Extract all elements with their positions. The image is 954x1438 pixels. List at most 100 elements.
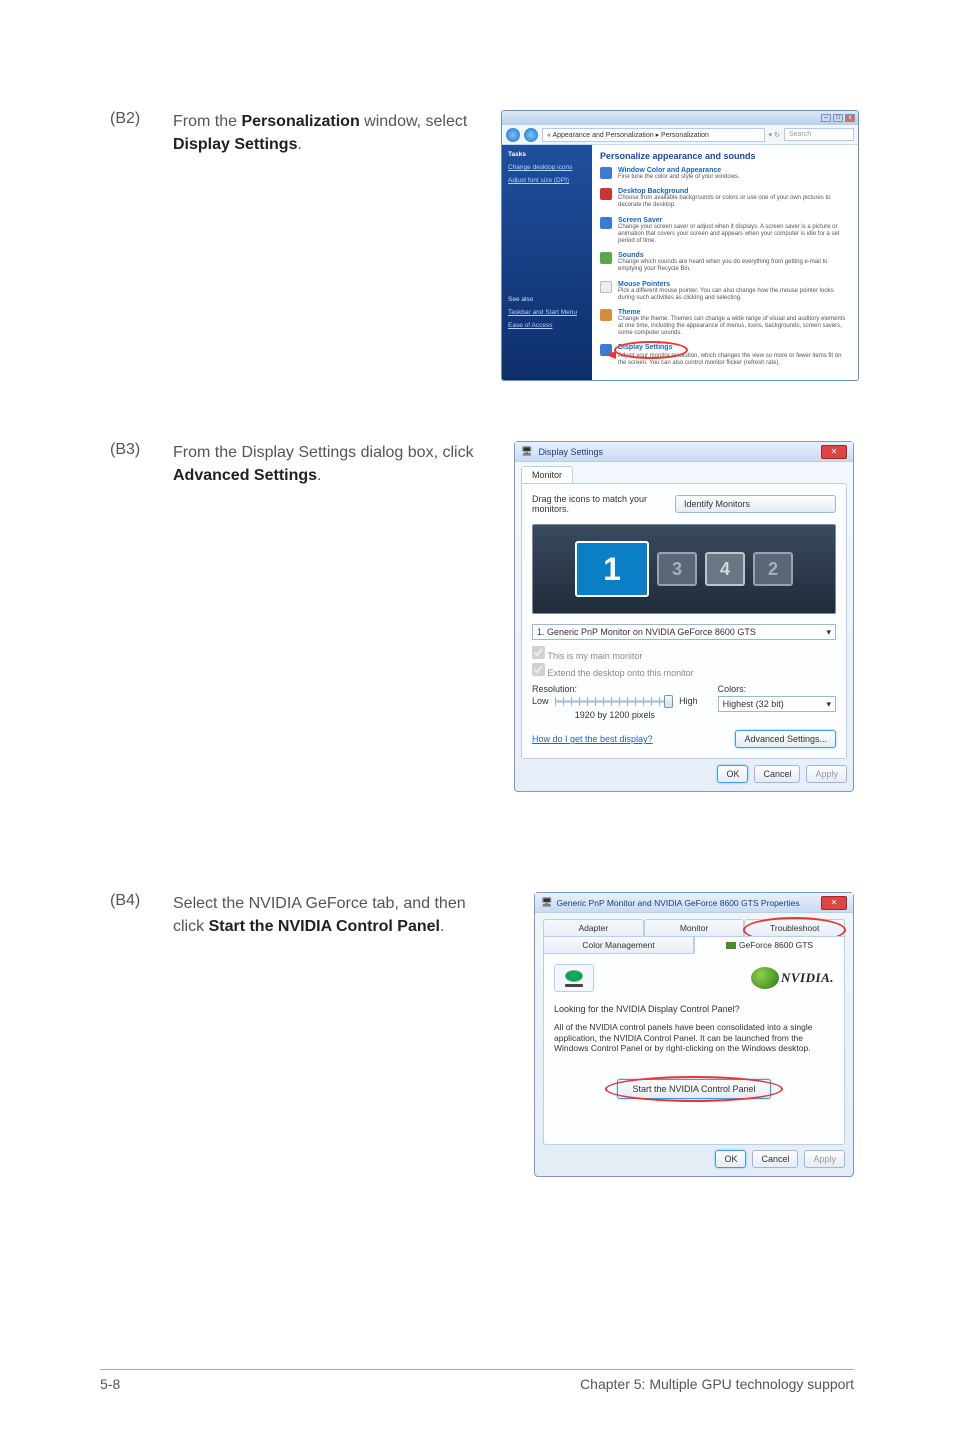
nvidia-name: NVIDIA. — [781, 970, 834, 986]
sidebar-tasks-header: Tasks — [508, 151, 586, 158]
breadcrumb[interactable]: « Appearance and Personalization ▸ Perso… — [542, 128, 765, 142]
item-theme[interactable]: ThemeChange the theme. Themes can change… — [600, 309, 850, 338]
resolution-slider[interactable]: Low High — [532, 696, 698, 706]
sidebar-see-also: See also — [508, 296, 586, 303]
tab-label: GeForce 8600 GTS — [739, 940, 813, 950]
sidebar-ease-of-access[interactable]: Ease of Access — [508, 322, 586, 329]
display-settings-window: 🖥 Display Settings ✕ Monitor Drag the ic… — [514, 441, 854, 792]
advanced-settings-button[interactable]: Advanced Settings... — [735, 730, 836, 748]
theme-icon — [600, 309, 612, 321]
start-nvidia-button[interactable]: Start the NVIDIA Control Panel — [617, 1079, 770, 1099]
ok-button[interactable]: OK — [715, 1150, 746, 1168]
personalization-window: – □ x « Appearance and Personalization ▸… — [501, 110, 859, 381]
colors-select[interactable]: Highest (32 bit) ▾ — [718, 696, 836, 712]
sidebar-change-icons[interactable]: Change desktop icons — [508, 164, 586, 171]
best-display-link[interactable]: How do I get the best display? — [532, 734, 653, 744]
step-b3-label: (B3) — [110, 441, 155, 792]
page-footer: 5-8 Chapter 5: Multiple GPU technology s… — [100, 1369, 854, 1392]
tab-color-management[interactable]: Color Management — [543, 936, 694, 954]
sidebar: Tasks Change desktop icons Adjust font s… — [502, 145, 592, 380]
window-title: Generic PnP Monitor and NVIDIA GeForce 8… — [556, 898, 817, 908]
drag-row: Drag the icons to match your monitors. I… — [532, 494, 836, 514]
colors-column: Colors: Highest (32 bit) ▾ — [718, 684, 836, 720]
window-title: Display Settings — [538, 447, 815, 457]
window-titlebar: – □ x — [502, 111, 858, 125]
resolution-column: Resolution: Low High 1920 by 1200 pixels — [532, 684, 698, 720]
step-b3: (B3) From the Display Settings dialog bo… — [110, 441, 854, 792]
screenshot-display-settings: 🖥 Display Settings ✕ Monitor Drag the ic… — [501, 441, 854, 792]
slider-track — [555, 700, 674, 703]
item-screen-saver[interactable]: Screen SaverChange your screen saver or … — [600, 217, 850, 246]
tab-geforce[interactable]: GeForce 8600 GTS — [694, 936, 845, 954]
item-title: Desktop Background — [618, 188, 850, 195]
apply-button[interactable]: Apply — [806, 765, 847, 783]
text: . — [440, 918, 444, 935]
monitor-4[interactable]: 4 — [705, 552, 745, 586]
tab-troubleshoot[interactable]: Troubleshoot — [744, 919, 845, 936]
nvidia-eye-icon — [554, 964, 594, 992]
tab-monitor[interactable]: Monitor — [644, 919, 745, 936]
sidebar-taskbar[interactable]: Taskbar and Start Menu — [508, 309, 586, 316]
combo-value: 1. Generic PnP Monitor on NVIDIA GeForce… — [537, 627, 756, 637]
checkbox — [532, 663, 545, 676]
maximize-button[interactable]: □ — [833, 114, 843, 122]
ok-button[interactable]: OK — [717, 765, 748, 783]
dialog-footer: OK Cancel Apply — [515, 759, 853, 783]
close-button[interactable]: x — [845, 114, 855, 122]
item-title: Display Settings — [618, 344, 850, 352]
monitor-select[interactable]: 1. Generic PnP Monitor on NVIDIA GeForce… — [532, 624, 836, 640]
address-bar: « Appearance and Personalization ▸ Perso… — [502, 125, 858, 145]
slider-thumb[interactable] — [664, 695, 673, 708]
screenshot-personalization: – □ x « Appearance and Personalization ▸… — [501, 110, 859, 381]
minimize-button[interactable]: – — [821, 114, 831, 122]
nav-back-icon[interactable] — [506, 128, 520, 142]
slider-high: High — [679, 696, 698, 706]
item-desc: Fine tune the color and style of your wi… — [618, 174, 740, 181]
apply-button[interactable]: Apply — [804, 1150, 845, 1168]
cancel-button[interactable]: Cancel — [754, 765, 800, 783]
text: From the Display Settings dialog box, cl… — [173, 444, 474, 461]
window-buttons: – □ x — [821, 114, 855, 122]
step-b2-label: (B2) — [110, 110, 155, 381]
monitor-layout-area[interactable]: 1 3 4 2 — [532, 524, 836, 614]
window-icon: 🖥 — [541, 897, 552, 908]
nav-forward-icon[interactable] — [524, 128, 538, 142]
item-title: Sounds — [618, 252, 850, 259]
text: window, select — [360, 113, 468, 130]
tab-panel: Drag the icons to match your monitors. I… — [521, 483, 847, 759]
monitor-1[interactable]: 1 — [575, 541, 649, 597]
item-mouse-pointers[interactable]: Mouse PointersPick a different mouse poi… — [600, 281, 850, 302]
item-display-settings[interactable]: Display SettingsAdjust your monitor reso… — [600, 344, 850, 367]
close-button[interactable]: ✕ — [821, 445, 847, 459]
monitor-3[interactable]: 3 — [657, 552, 697, 586]
cancel-button[interactable]: Cancel — [752, 1150, 798, 1168]
item-title: Window Color and Appearance — [618, 167, 740, 174]
panel-bottom: How do I get the best display? Advanced … — [532, 730, 836, 748]
step-b2: (B2) From the Personalization window, se… — [110, 110, 854, 381]
tab-adapter[interactable]: Adapter — [543, 919, 644, 936]
tab-monitor[interactable]: Monitor — [521, 466, 573, 483]
item-desktop-background[interactable]: Desktop BackgroundChoose from available … — [600, 188, 850, 209]
item-title: Mouse Pointers — [618, 281, 850, 288]
close-button[interactable]: ✕ — [821, 896, 847, 910]
window-titlebar: 🖥 Generic PnP Monitor and NVIDIA GeForce… — [535, 893, 853, 913]
window-body: Tasks Change desktop icons Adjust font s… — [502, 145, 858, 380]
desktop-bg-icon — [600, 188, 612, 200]
bold-advanced-settings: Advanced Settings — [173, 467, 317, 484]
nvidia-properties-window: 🖥 Generic PnP Monitor and NVIDIA GeForce… — [534, 892, 854, 1177]
nvidia-icon — [726, 942, 736, 949]
monitor-2[interactable]: 2 — [753, 552, 793, 586]
step-b2-text: From the Personalization window, select … — [173, 110, 483, 381]
bold-personalization: Personalization — [241, 113, 359, 130]
item-sounds[interactable]: SoundsChange which sounds are heard when… — [600, 252, 850, 273]
step-b4-text: Select the NVIDIA GeForce tab, and then … — [173, 892, 483, 1177]
step-b4-label: (B4) — [110, 892, 155, 1177]
item-title: Theme — [618, 309, 850, 316]
page-number: 5-8 — [100, 1376, 120, 1392]
window-icon: 🖥 — [521, 446, 532, 457]
start-button-wrap: Start the NVIDIA Control Panel — [554, 1084, 834, 1094]
item-window-color[interactable]: Window Color and AppearanceFine tune the… — [600, 167, 850, 181]
sidebar-adjust-font[interactable]: Adjust font size (DPI) — [508, 177, 586, 184]
search-input[interactable]: Search — [784, 128, 854, 141]
identify-monitors-button[interactable]: Identify Monitors — [675, 495, 836, 513]
